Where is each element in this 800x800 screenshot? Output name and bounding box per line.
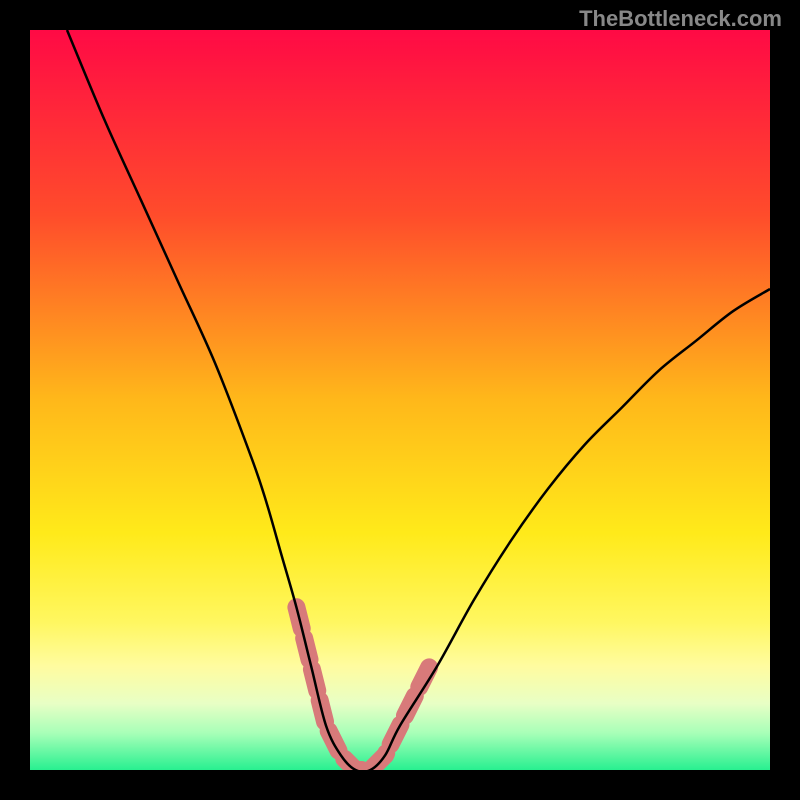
curve-overlay bbox=[30, 30, 770, 770]
watermark-text: TheBottleneck.com bbox=[579, 6, 782, 32]
bottleneck-curve bbox=[67, 30, 770, 770]
chart-plot-area bbox=[30, 30, 770, 770]
